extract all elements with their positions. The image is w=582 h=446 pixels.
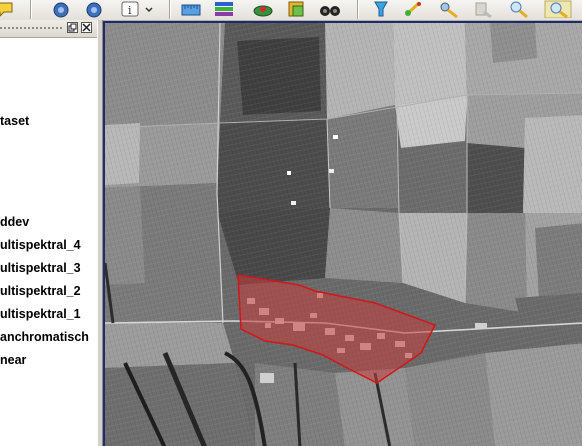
chat-bubble-icon[interactable] — [0, 0, 16, 18]
selected-feature-polygon[interactable] — [105, 23, 582, 446]
layer-item[interactable]: ultispektral_4 — [0, 238, 81, 252]
layer-item[interactable]: ultispektral_1 — [0, 307, 81, 321]
identify-info-icon[interactable]: i — [118, 0, 158, 18]
layer-item[interactable]: ultispektral_3 — [0, 261, 81, 275]
hammer-icon[interactable] — [543, 0, 573, 19]
main-toolbar: i — [0, 0, 582, 21]
vertex-edit-icon[interactable] — [403, 0, 425, 18]
select-icon[interactable] — [370, 0, 392, 18]
measure-ruler-icon[interactable] — [180, 0, 202, 18]
pan-left-icon[interactable] — [50, 0, 72, 18]
float-panel-icon[interactable] — [67, 22, 78, 33]
layer-item[interactable]: anchromatisch — [0, 330, 89, 344]
legend-icon[interactable] — [213, 0, 235, 18]
map-canvas[interactable] — [103, 21, 582, 446]
move-feature-icon — [472, 0, 494, 19]
zoom-icon[interactable] — [508, 0, 530, 19]
map-tips-icon[interactable] — [252, 0, 274, 18]
digitize-icon[interactable] — [438, 0, 460, 19]
layer-item[interactable]: ddev — [0, 215, 29, 229]
close-panel-icon[interactable] — [81, 22, 92, 33]
binoculars-icon[interactable] — [318, 0, 340, 18]
layer-item[interactable]: ultispektral_2 — [0, 284, 81, 298]
pan-right-icon[interactable] — [83, 0, 105, 18]
layer-item[interactable]: near — [0, 353, 26, 367]
layers-panel: taset ddev ultispektral_4 ultispektral_3… — [0, 20, 97, 446]
layer-item[interactable]: taset — [0, 114, 29, 128]
panel-titlebar — [0, 20, 97, 38]
svg-text:i: i — [128, 4, 132, 17]
add-layer-icon[interactable] — [285, 0, 307, 18]
